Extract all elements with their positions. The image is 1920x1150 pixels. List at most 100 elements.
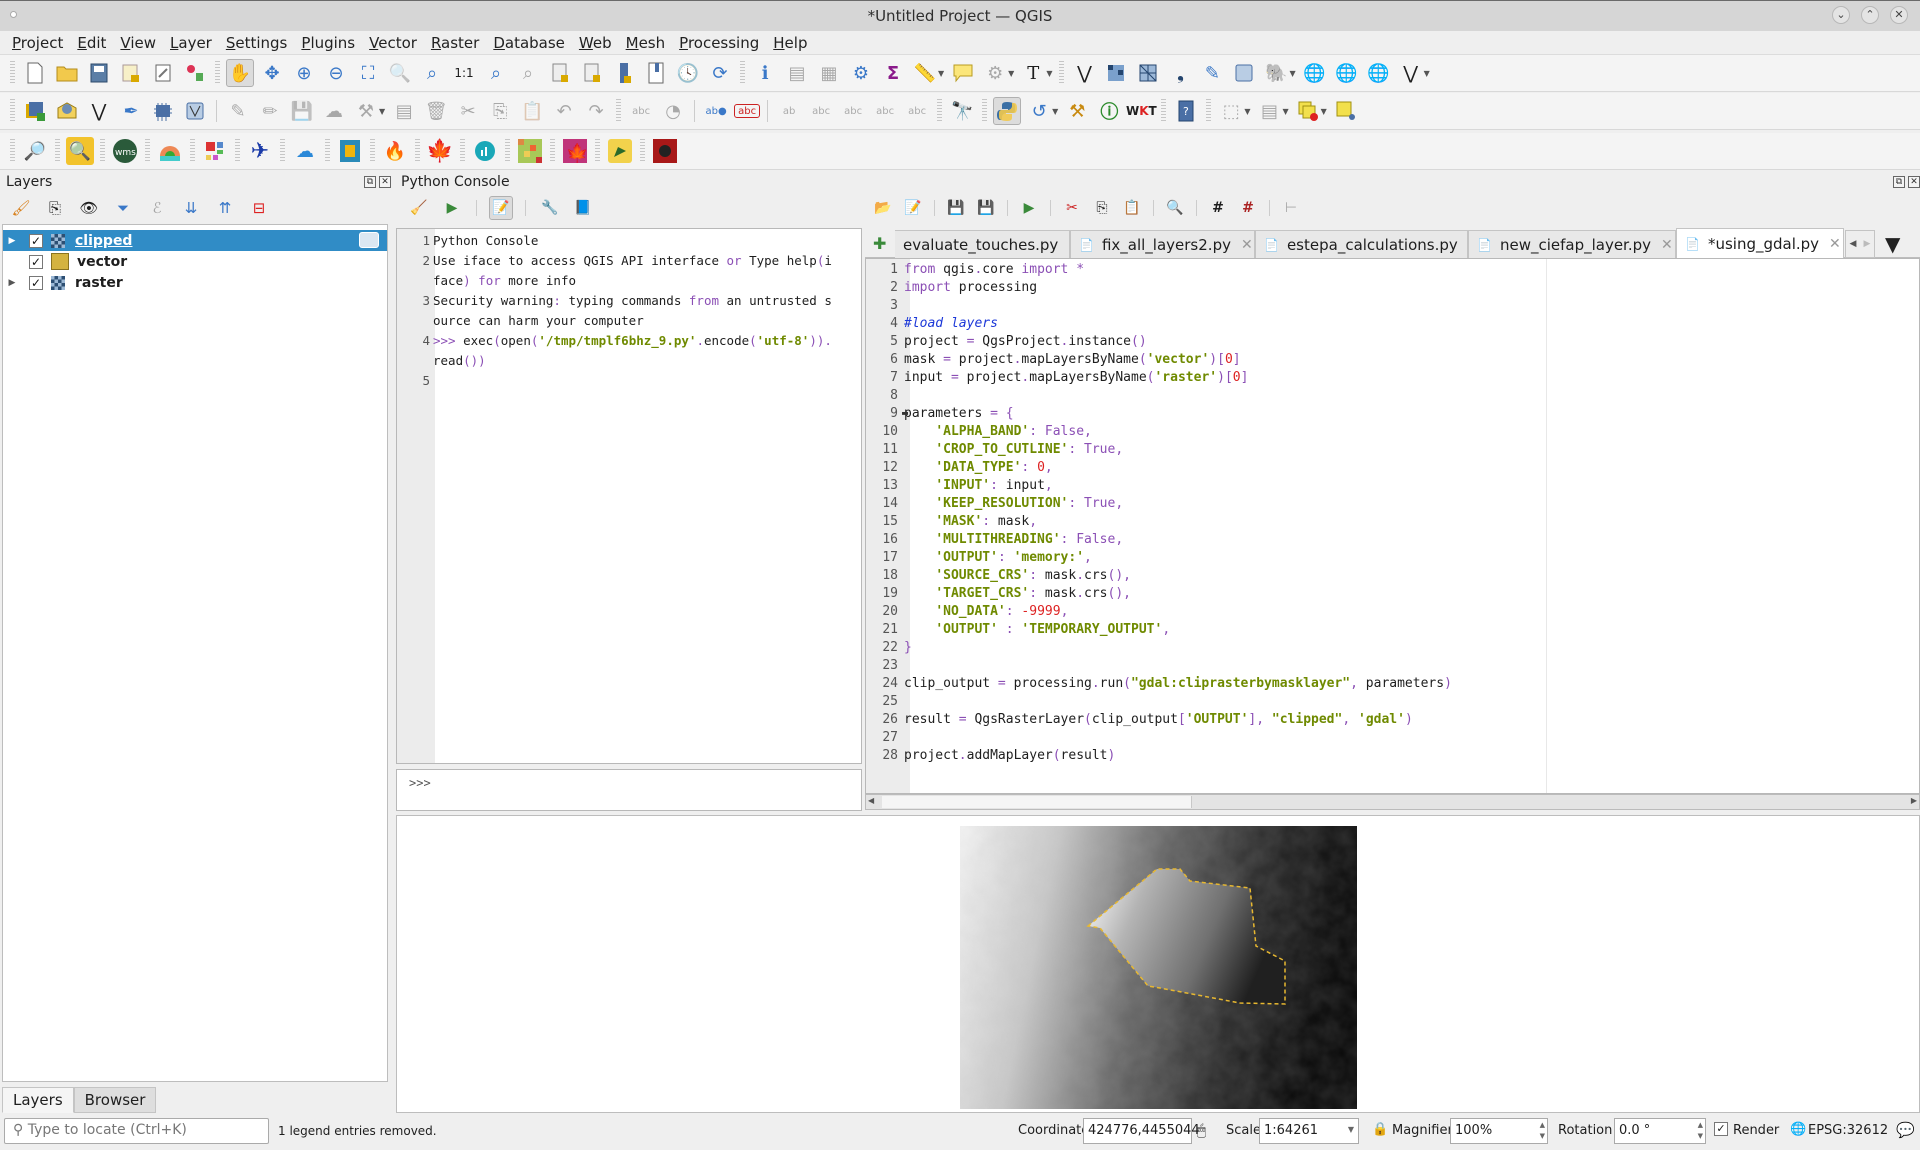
identify-icon[interactable]: ℹ bbox=[751, 59, 779, 87]
redo-icon[interactable]: ↷ bbox=[582, 97, 610, 125]
toggle-editing-icon[interactable]: ✏ bbox=[256, 97, 284, 125]
pan-icon[interactable]: ✋ bbox=[226, 59, 254, 87]
tiles-icon[interactable] bbox=[201, 137, 229, 165]
zoom-out-icon[interactable]: ⊖ bbox=[322, 59, 350, 87]
menu-vector[interactable]: Vector bbox=[362, 34, 424, 52]
expand-all-icon[interactable]: ⇊ bbox=[178, 196, 204, 220]
capture-feather-icon[interactable]: ✒ bbox=[117, 97, 145, 125]
expand-arrow-icon[interactable]: ▶ bbox=[5, 236, 19, 246]
layer-diagram-icon[interactable]: ◔ bbox=[659, 97, 687, 125]
wkt-icon[interactable]: WKT bbox=[1126, 97, 1157, 125]
extents-toggle-icon[interactable]: 🖱 bbox=[1197, 1121, 1206, 1139]
toolbar-grip[interactable] bbox=[10, 99, 15, 123]
new-virtual-layer-icon[interactable] bbox=[1230, 59, 1258, 87]
green-plugin-icon[interactable] bbox=[606, 137, 634, 165]
open-project-icon[interactable] bbox=[53, 59, 81, 87]
editor-tab[interactable]: 📄 new_ciefap_layer.py ✕ bbox=[1468, 230, 1676, 258]
data-source-manager-icon[interactable] bbox=[21, 97, 49, 125]
close-panel-icon[interactable]: ✕ bbox=[1908, 176, 1920, 188]
scale-combobox[interactable]: 1:64261 ▼ bbox=[1259, 1118, 1359, 1144]
dropdown-arrow-icon[interactable]: ▼ bbox=[1244, 107, 1250, 116]
dropdown-arrow-icon[interactable]: ▼ bbox=[1052, 107, 1058, 116]
menu-help[interactable]: Help bbox=[766, 34, 814, 52]
dropdown-arrow-icon[interactable]: ▼ bbox=[1424, 69, 1430, 78]
processing-toolbox-icon[interactable]: ⚙ bbox=[847, 59, 875, 87]
add-raster-layer-icon[interactable] bbox=[149, 97, 177, 125]
float-panel-icon[interactable]: ⧉ bbox=[1893, 176, 1905, 188]
layer-visibility-checkbox[interactable]: ✓ bbox=[29, 254, 43, 269]
toolbar-grip[interactable] bbox=[10, 139, 15, 163]
new-geopackage-icon[interactable] bbox=[1102, 59, 1130, 87]
editor-tab[interactable]: 📄estepa_calculations.py✕ bbox=[1255, 230, 1468, 258]
spinner-arrows-icon[interactable]: ▲ ▼ bbox=[1698, 1120, 1703, 1142]
layer-item-clipped[interactable]: ▶ ✓ clipped bbox=[3, 230, 387, 251]
filter-by-expression-icon[interactable]: ℰ bbox=[144, 196, 170, 220]
tab-browser[interactable]: Browser bbox=[73, 1087, 157, 1113]
refresh-icon[interactable]: ⟳ bbox=[706, 59, 734, 87]
layer-labeling-icon[interactable]: abc bbox=[627, 97, 655, 125]
minimize-button[interactable]: ⌄ bbox=[1832, 6, 1850, 24]
weather-icon[interactable]: ☁ bbox=[291, 137, 319, 165]
pan-to-selection-icon[interactable]: ✥ bbox=[258, 59, 286, 87]
annotation-icon[interactable]: ⚙ bbox=[981, 59, 1009, 87]
cut-features-icon[interactable]: ✂ bbox=[454, 97, 482, 125]
change-label-icon[interactable]: abc bbox=[903, 97, 931, 125]
new-tab-icon[interactable]: ✚ bbox=[873, 234, 886, 253]
new-spatial-bookmark-icon[interactable] bbox=[610, 59, 638, 87]
find-icon[interactable]: 🔍 bbox=[1163, 196, 1187, 220]
zoom-to-selection-icon[interactable]: 🔍 bbox=[386, 59, 414, 87]
delete-selected-icon[interactable]: 🗑 bbox=[422, 97, 450, 125]
console-input[interactable]: >>> bbox=[396, 769, 862, 811]
zoom-native-icon[interactable]: 1:1 bbox=[450, 59, 478, 87]
zoom-last-icon[interactable]: ⌕ bbox=[482, 59, 510, 87]
geo-search-icon[interactable]: 🔎 bbox=[21, 137, 49, 165]
toolbar-grip[interactable] bbox=[10, 61, 15, 85]
new-vector-layer-icon[interactable]: ⋁ bbox=[1397, 59, 1425, 87]
layer-visibility-checkbox[interactable]: ✓ bbox=[29, 275, 43, 290]
text-annotation-icon[interactable]: T bbox=[1019, 59, 1047, 87]
color-ramp-icon[interactable] bbox=[156, 137, 184, 165]
close-tab-icon[interactable]: ✕ bbox=[1241, 237, 1253, 253]
undo-icon[interactable]: ↶ bbox=[550, 97, 578, 125]
highlight-pinned-labels-icon[interactable]: ab● bbox=[702, 97, 730, 125]
close-panel-icon[interactable]: ✕ bbox=[379, 176, 391, 188]
flight-icon[interactable]: ✈ bbox=[246, 137, 274, 165]
menu-raster[interactable]: Raster bbox=[424, 34, 486, 52]
select-by-expression-icon[interactable]: ▤ bbox=[1255, 97, 1283, 125]
map-tips-icon[interactable] bbox=[949, 59, 977, 87]
add-group-icon[interactable]: ⎘ bbox=[42, 196, 68, 220]
new-shapefile-icon[interactable]: ⋁ bbox=[1070, 59, 1098, 87]
object-inspector-icon[interactable]: ⊢ bbox=[1279, 196, 1303, 220]
layer-item-vector[interactable]: ✓ vector bbox=[3, 251, 387, 272]
measure-icon[interactable]: 📏 bbox=[911, 59, 939, 87]
lock-scale-icon[interactable]: 🔒 bbox=[1372, 1122, 1388, 1137]
coordinate-field[interactable]: 424776,4455044 bbox=[1083, 1118, 1200, 1144]
save-as-icon[interactable] bbox=[117, 59, 145, 87]
run-script-icon[interactable]: ▶ bbox=[1017, 196, 1041, 220]
console-help-icon[interactable]: 📘 bbox=[571, 196, 595, 220]
select-features-icon[interactable]: ⬚ bbox=[1217, 97, 1245, 125]
menu-settings[interactable]: Settings bbox=[219, 34, 295, 52]
current-edits-icon[interactable]: ✎ bbox=[224, 97, 252, 125]
embedded-widget-icon[interactable] bbox=[359, 232, 379, 248]
style-manager-icon[interactable] bbox=[181, 59, 209, 87]
spinner-arrows-icon[interactable]: ▲ ▼ bbox=[1540, 1120, 1545, 1142]
add-virtual-layer-icon[interactable] bbox=[181, 97, 209, 125]
menu-web[interactable]: Web bbox=[572, 34, 619, 52]
paste-features-icon[interactable]: 📋 bbox=[518, 97, 546, 125]
move-label-icon[interactable]: ab bbox=[775, 97, 803, 125]
add-postgis-icon[interactable]: 🐘 bbox=[1262, 59, 1290, 87]
add-wms-icon[interactable]: 🌐 bbox=[1301, 59, 1329, 87]
zoom-in-icon[interactable]: ⊕ bbox=[290, 59, 318, 87]
crs-globe-icon[interactable]: 🌐 bbox=[1790, 1122, 1806, 1137]
menu-layer[interactable]: Layer bbox=[163, 34, 219, 52]
zoom-full-icon[interactable]: ⛶ bbox=[354, 59, 382, 87]
locator-search-input[interactable]: ⚲ Type to locate (Ctrl+K) bbox=[4, 1118, 269, 1144]
horizontal-scrollbar[interactable]: ◀ ▶ bbox=[865, 794, 1920, 810]
layer-item-raster[interactable]: ▶ ✓ raster bbox=[3, 272, 387, 293]
deselect-all-icon[interactable] bbox=[1294, 97, 1322, 125]
comment-icon[interactable]: # bbox=[1206, 196, 1230, 220]
tab-list-dropdown-icon[interactable]: ▼ bbox=[1885, 232, 1900, 256]
rotate-label-icon[interactable]: abc bbox=[871, 97, 899, 125]
tab-layers[interactable]: Layers bbox=[2, 1087, 74, 1113]
